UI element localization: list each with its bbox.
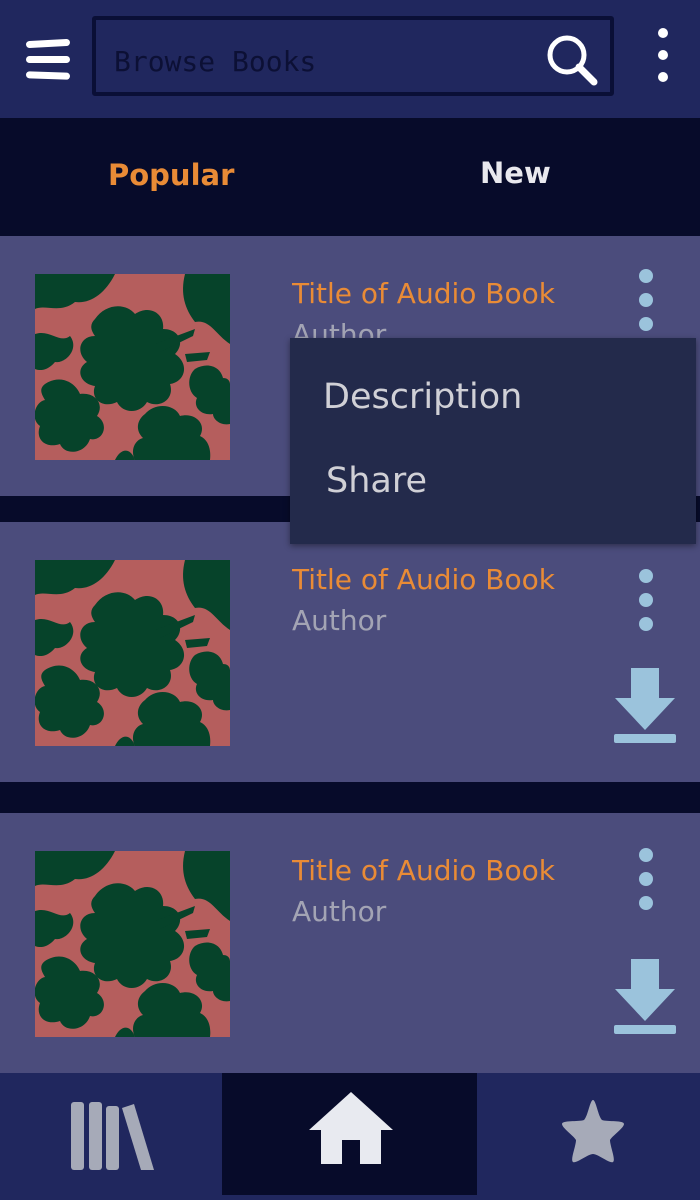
book-author: Author xyxy=(292,895,387,928)
book-title[interactable]: Title of Audio Book xyxy=(292,852,566,890)
library-icon[interactable] xyxy=(68,1098,158,1172)
book-cover-image[interactable] xyxy=(35,560,230,746)
search-icon[interactable] xyxy=(544,32,600,88)
more-vertical-icon[interactable] xyxy=(648,26,678,90)
star-icon[interactable] xyxy=(558,1096,628,1166)
book-title[interactable]: Title of Audio Book xyxy=(292,275,566,313)
menu-item-description[interactable]: Description xyxy=(323,372,522,422)
search-input[interactable]: Browse Books xyxy=(114,42,514,82)
hamburger-icon[interactable] xyxy=(24,36,72,84)
tab-bar xyxy=(0,118,700,236)
context-menu xyxy=(290,338,696,544)
book-more-icon[interactable] xyxy=(634,566,658,632)
book-author: Author xyxy=(292,604,387,637)
book-cover-image[interactable] xyxy=(35,274,230,460)
tab-popular[interactable]: Popular xyxy=(108,150,234,200)
tab-new[interactable]: New xyxy=(480,148,551,198)
menu-item-share[interactable]: Share xyxy=(326,456,427,506)
book-cover-image[interactable] xyxy=(35,851,230,1037)
book-title[interactable]: Title of Audio Book xyxy=(292,561,566,599)
download-icon[interactable] xyxy=(612,668,678,748)
book-more-icon[interactable] xyxy=(634,266,658,332)
home-icon[interactable] xyxy=(309,1090,393,1166)
book-more-icon[interactable] xyxy=(634,845,658,911)
download-icon[interactable] xyxy=(612,959,678,1039)
